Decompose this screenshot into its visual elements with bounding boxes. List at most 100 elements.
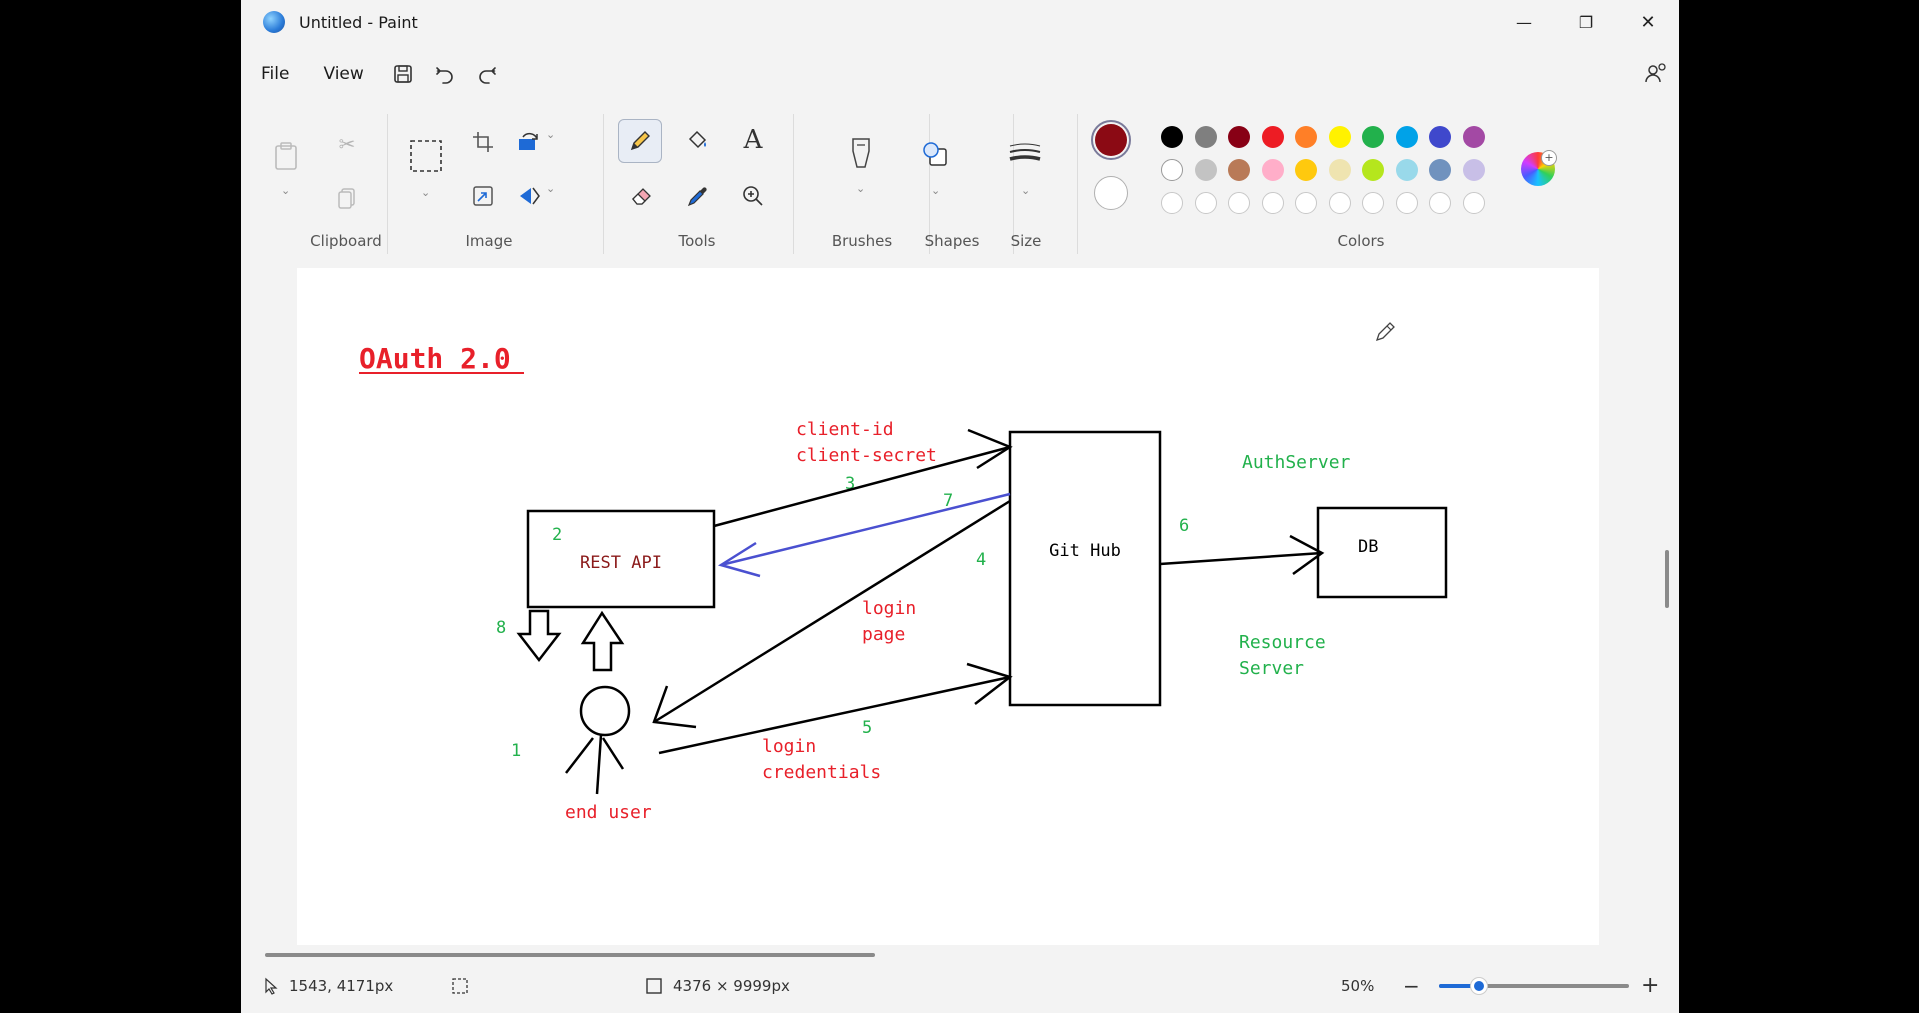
custom-color-slot[interactable] [1295, 192, 1317, 214]
custom-color-slot[interactable] [1395, 192, 1418, 214]
cursor-position-text: 1543, 4171px [289, 976, 394, 995]
size-group-label: Size [1010, 232, 1042, 250]
flip-icon[interactable] [509, 176, 549, 216]
color-swatch[interactable] [1295, 159, 1317, 181]
color-swatch[interactable] [1362, 159, 1384, 181]
custom-color-slot[interactable] [1362, 192, 1384, 214]
arrow-login-credentials [658, 675, 1011, 755]
zoom-slider-thumb[interactable] [1470, 976, 1488, 995]
auth-server-label: AuthServer [1242, 452, 1351, 473]
arrow-github-to-db [1159, 551, 1323, 566]
github-box [1008, 430, 1162, 707]
custom-color-slot[interactable] [1261, 192, 1284, 214]
save-icon[interactable] [386, 57, 420, 91]
ribbon-divider [387, 114, 388, 254]
custom-color-slot[interactable] [1462, 192, 1485, 214]
image-group-label: Image [465, 232, 513, 250]
ribbon-divider [793, 114, 794, 254]
brush-icon[interactable] [841, 134, 881, 174]
custom-color-slot[interactable] [1161, 192, 1183, 214]
minimize-button[interactable]: — [1493, 0, 1555, 44]
color-swatch[interactable] [1429, 159, 1451, 181]
github-label: Git Hub [1049, 541, 1121, 561]
undo-icon[interactable] [428, 57, 462, 91]
redo-icon[interactable] [470, 57, 504, 91]
color-swatch[interactable] [1161, 159, 1183, 181]
login-page-label-1: login [862, 598, 916, 619]
rotate-chevron-down-icon[interactable]: ⌄ [546, 128, 555, 141]
flip-chevron-down-icon[interactable]: ⌄ [546, 182, 555, 195]
paste-icon[interactable] [266, 136, 306, 176]
ribbon: ⌄ ✂ Clipboard ⌄ ⌄ ⌄ Image A Tools ⌄ Brus… [241, 104, 1679, 266]
text-icon[interactable]: A [733, 120, 773, 160]
color-swatch[interactable] [1395, 159, 1418, 181]
zoom-slider-track [1439, 976, 1629, 995]
resource-server-label-1: Resource [1239, 632, 1326, 653]
select-chevron-down-icon[interactable]: ⌄ [421, 186, 430, 199]
color-swatch[interactable] [1194, 159, 1217, 181]
color-swatch[interactable] [1462, 126, 1485, 148]
horizontal-scrollbar[interactable] [265, 953, 875, 957]
paste-chevron-down-icon[interactable]: ⌄ [281, 184, 290, 197]
color-swatch[interactable] [1261, 159, 1284, 181]
pencil-cursor-icon [1375, 322, 1395, 342]
magnifier-icon[interactable] [733, 176, 773, 216]
color-swatch[interactable] [1429, 126, 1451, 148]
pencil-icon[interactable] [618, 119, 662, 163]
size-icon[interactable] [1005, 134, 1045, 174]
color-swatch[interactable] [1261, 126, 1284, 148]
color-swatch[interactable] [1194, 126, 1217, 148]
vertical-scrollbar[interactable] [1665, 550, 1669, 608]
select-icon[interactable] [406, 136, 446, 176]
custom-color-slot[interactable] [1429, 192, 1451, 214]
color-swatch[interactable] [1362, 126, 1384, 148]
add-color-icon: + [1541, 150, 1557, 166]
color-swatch[interactable] [1462, 159, 1485, 181]
step-8: 8 [496, 618, 506, 638]
shapes-icon-graphic[interactable] [915, 134, 955, 174]
login-page-label-2: page [862, 624, 905, 645]
resize-icon[interactable] [463, 176, 503, 216]
zoom-in-button[interactable]: + [1641, 958, 1659, 1013]
crop-icon[interactable] [463, 122, 503, 162]
color-picker-icon[interactable] [678, 176, 718, 216]
zoom-level[interactable]: 50% [1341, 958, 1374, 1013]
primary-color-button[interactable] [1091, 120, 1131, 160]
custom-color-slot[interactable] [1194, 192, 1217, 214]
oauth-title: OAuth 2.0 [359, 342, 511, 375]
brushes-chevron-down-icon[interactable]: ⌄ [856, 182, 865, 195]
db-box [1316, 506, 1448, 599]
menu-view[interactable]: View [309, 64, 377, 84]
color-swatch[interactable] [1228, 159, 1250, 181]
color-swatch[interactable] [1161, 126, 1183, 148]
colors-group-label: Colors [1337, 232, 1385, 250]
secondary-color-button[interactable] [1094, 176, 1128, 210]
menu-file[interactable]: File [247, 64, 303, 84]
color-swatch[interactable] [1395, 126, 1418, 148]
color-swatch[interactable] [1228, 126, 1250, 148]
rotate-icon[interactable] [509, 122, 549, 162]
close-button[interactable]: ✕ [1617, 0, 1679, 44]
paint-app-icon [263, 11, 285, 33]
custom-color-slot[interactable] [1228, 192, 1250, 214]
copy-icon[interactable] [327, 178, 367, 218]
share-icon[interactable] [1639, 56, 1673, 90]
step-1: 1 [511, 741, 521, 761]
color-swatch[interactable] [1295, 126, 1317, 148]
cut-icon[interactable]: ✂ [327, 124, 367, 164]
custom-color-slot[interactable] [1328, 192, 1351, 214]
drawing-canvas[interactable]: OAuth 2.0 REST API 2 Git Hub DB AuthServ… [297, 268, 1599, 945]
restore-button[interactable]: ❐ [1555, 0, 1617, 44]
color-swatch[interactable] [1328, 126, 1351, 148]
end-user-head [579, 685, 631, 737]
edit-colors-icon[interactable]: + [1521, 150, 1557, 186]
eraser-icon[interactable] [622, 176, 662, 216]
block-arrow-down [516, 609, 562, 663]
color-swatch[interactable] [1328, 159, 1351, 181]
size-chevron-down-icon[interactable]: ⌄ [1021, 184, 1030, 197]
step-5: 5 [862, 718, 872, 738]
zoom-out-button[interactable]: − [1403, 958, 1420, 1013]
shapes-chevron-down-icon[interactable]: ⌄ [931, 184, 940, 197]
fill-icon[interactable] [678, 120, 718, 160]
zoom-slider[interactable] [1439, 958, 1629, 1013]
